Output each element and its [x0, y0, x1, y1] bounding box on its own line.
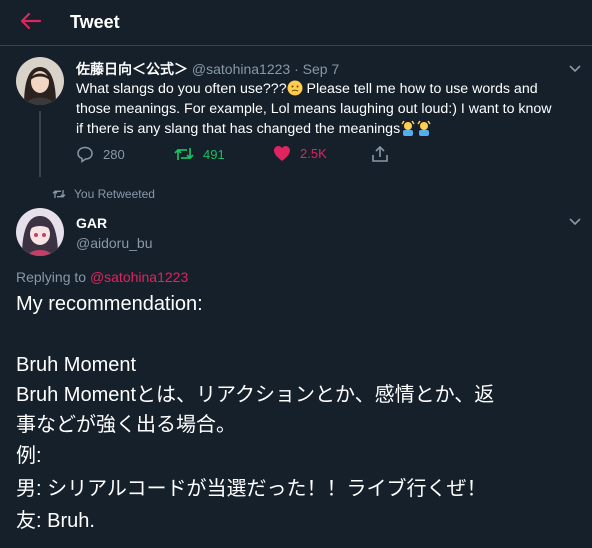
original-tweet-text: What slangs do you often use??? Please t…	[76, 79, 576, 139]
like-count: 2.5K	[300, 146, 327, 161]
tweet-header: Tweet	[0, 0, 592, 46]
tweet-text-line2: those meanings. For example, Lol means l…	[76, 101, 552, 117]
retweet-count: 491	[203, 146, 225, 162]
dot-separator: ·	[294, 61, 299, 77]
author-name[interactable]: 佐藤日向＜公式＞	[76, 61, 188, 77]
share-button[interactable]	[371, 145, 389, 163]
thinking-face-icon	[287, 80, 303, 96]
avatar-satohina[interactable]	[16, 57, 64, 105]
reply-line-example-label: 例:	[16, 445, 42, 467]
back-arrow-icon[interactable]	[20, 12, 42, 30]
retweet-icon	[174, 148, 194, 160]
retweet-indicator: You Retweeted	[52, 187, 155, 201]
reply-icon	[77, 146, 93, 163]
share-icon	[372, 145, 388, 162]
person-gesturing-icon	[417, 120, 431, 136]
replying-mention-link[interactable]: @satohina1223	[90, 269, 188, 285]
retweet-small-icon	[52, 190, 66, 198]
heart-icon	[274, 146, 290, 161]
original-tweet-header: 佐藤日向＜公式＞ @satohina1223 · Sep 7	[76, 59, 339, 79]
reply-line-example-friend: 友: Bruh.	[16, 510, 95, 532]
reply-line-bruh-moment: Bruh Moment	[16, 354, 137, 376]
reply-author-name[interactable]: GAR	[76, 215, 107, 231]
reply-line-recommendation: My recommendation:	[16, 293, 203, 315]
reply-author-handle[interactable]: @aidoru_bu	[76, 235, 153, 251]
replying-to: Replying to @satohina1223	[16, 269, 188, 285]
page-title: Tweet	[70, 12, 120, 32]
thread-connector	[39, 111, 41, 177]
chevron-down-icon[interactable]	[569, 65, 581, 73]
tweet-text-line1b: Please tell me how to use words and	[302, 81, 538, 97]
chevron-down-icon[interactable]	[569, 218, 581, 226]
person-gesturing-icon	[401, 120, 415, 136]
like-button[interactable]: 2.5K	[273, 145, 327, 162]
tweet-date[interactable]: Sep 7	[303, 61, 340, 77]
tweet-text-line3: if there is any slang that has changed t…	[76, 121, 401, 137]
reply-count: 280	[103, 146, 125, 162]
replying-prefix: Replying to	[16, 269, 90, 285]
author-handle[interactable]: @satohina1223	[192, 61, 290, 77]
tweet-text-line1: What slangs do you often use???	[76, 81, 287, 97]
reply-line-definition-1: Bruh Momentとは、リアクションとか、感情とか、返	[16, 384, 495, 406]
reply-line-definition-2: 事などが強く出る場合。	[16, 414, 236, 436]
reply-button[interactable]: 280	[76, 145, 125, 163]
retweet-button[interactable]: 491	[174, 145, 225, 163]
reply-line-example-man: 男: シリアルコードが当選だった！！ライブ行くぜ！	[16, 478, 487, 500]
retweet-note-text: You Retweeted	[74, 187, 155, 201]
avatar-gar[interactable]	[16, 208, 64, 256]
